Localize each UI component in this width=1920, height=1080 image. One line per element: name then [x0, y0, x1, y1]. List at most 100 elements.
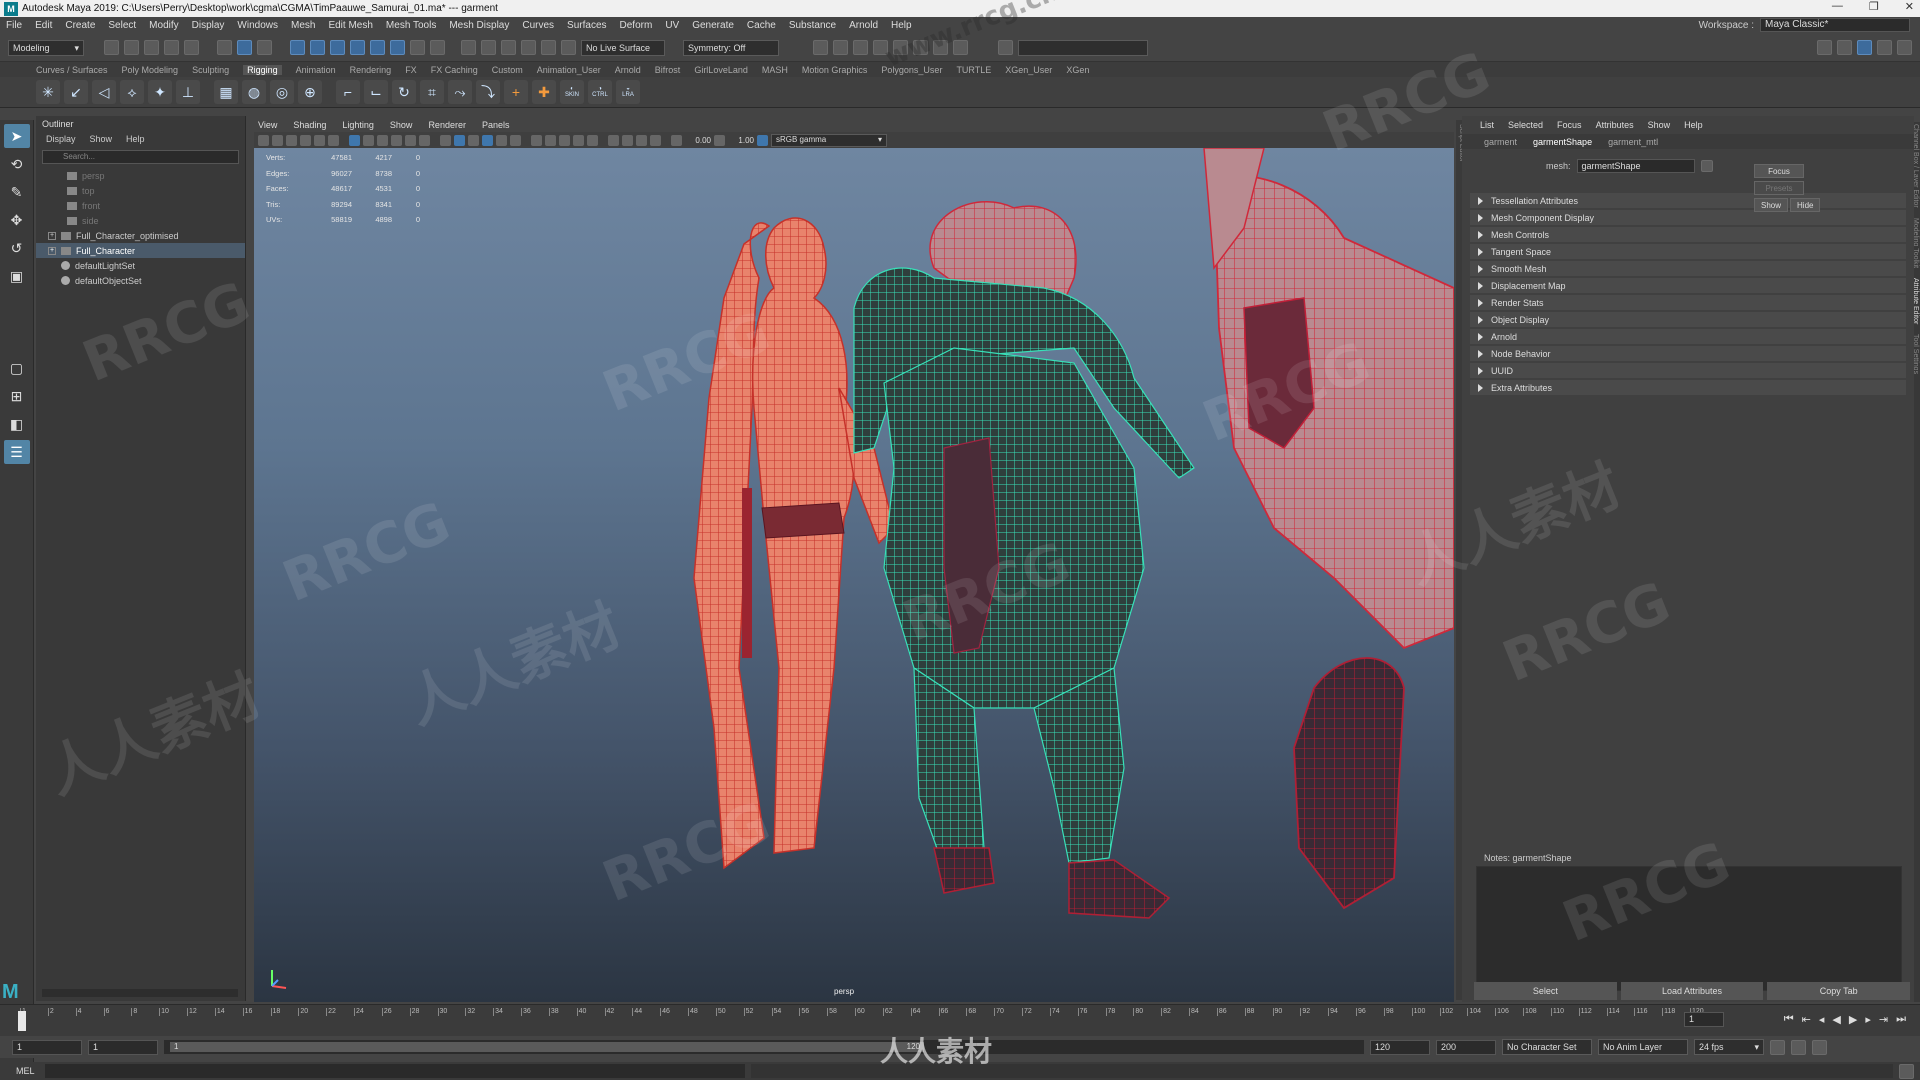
viewport-menu-show[interactable]: Show	[390, 120, 413, 130]
snap-curve-icon[interactable]	[310, 40, 325, 55]
mel-label[interactable]: MEL	[16, 1066, 35, 1076]
menu-create[interactable]: Create	[65, 20, 95, 31]
outliner-item[interactable]: + Full_Character	[36, 243, 245, 258]
menu-arnold[interactable]: Arnold	[849, 20, 878, 31]
show-layer-editor-icon[interactable]	[1897, 40, 1912, 55]
shelf-tab[interactable]: Custom	[492, 65, 523, 75]
outliner-item[interactable]: defaultObjectSet	[36, 273, 245, 288]
shelf-tab[interactable]: Motion Graphics	[802, 65, 868, 75]
copy-tab-button[interactable]: Copy Tab	[1767, 982, 1911, 1000]
menu-substance[interactable]: Substance	[789, 20, 836, 31]
wireframe-on-shaded-icon[interactable]	[482, 134, 493, 146]
ae-section[interactable]: Extra Attributes	[1470, 380, 1906, 395]
menu-generate[interactable]: Generate	[692, 20, 734, 31]
color-management-icon[interactable]	[757, 134, 768, 146]
anim-prefs-icon[interactable]	[1812, 1039, 1827, 1055]
viewport-menu-renderer[interactable]: Renderer	[428, 120, 466, 130]
point-constraint-icon[interactable]: ⌐	[336, 80, 360, 104]
ep-tool-icon[interactable]	[561, 40, 576, 55]
current-time-marker[interactable]	[18, 1011, 26, 1031]
go-to-input-icon[interactable]	[1700, 160, 1713, 172]
menu-curves[interactable]: Curves	[522, 20, 554, 31]
outliner-search-input[interactable]: Search...	[42, 150, 239, 164]
shelf-tab[interactable]: Curves / Surfaces	[36, 65, 108, 75]
script-editor-icon[interactable]	[1899, 1063, 1914, 1079]
redo-icon[interactable]	[184, 40, 199, 55]
safe-action-icon[interactable]	[419, 134, 430, 146]
play-backwards-icon[interactable]: ◀	[1832, 1013, 1840, 1026]
expand-icon[interactable]: +	[48, 231, 56, 240]
bind-skin-icon[interactable]: ⤵	[476, 80, 500, 104]
blend-shape-icon[interactable]: ⊕	[298, 80, 322, 104]
go-to-start-icon[interactable]: ⏮	[1784, 1013, 1794, 1026]
bookmark-icon[interactable]	[286, 134, 297, 146]
tab-garment-shape[interactable]: garmentShape	[1533, 137, 1592, 147]
presets-button[interactable]: Presets	[1754, 181, 1804, 195]
menu-surfaces[interactable]: Surfaces	[567, 20, 606, 31]
fps-dropdown[interactable]: 24 fps ▾	[1694, 1039, 1764, 1055]
ae-section[interactable]: Object Display	[1470, 312, 1906, 327]
outliner-layout-icon[interactable]: ☰	[3, 440, 30, 464]
playback-start-field[interactable]: 1	[88, 1039, 158, 1055]
history-icon[interactable]	[430, 40, 445, 55]
persp-outliner-layout-icon[interactable]: ◧	[4, 412, 30, 436]
maximize-button[interactable]: ❐	[1869, 0, 1879, 13]
menu-deform[interactable]: Deform	[620, 20, 653, 31]
current-frame-field[interactable]: 1	[1684, 1012, 1724, 1027]
ae-menu-help[interactable]: Help	[1684, 120, 1703, 130]
command-input[interactable]	[44, 1064, 745, 1078]
shelf-tab[interactable]: Rendering	[350, 65, 392, 75]
ambient-occlusion-icon[interactable]	[545, 134, 556, 146]
pole-vector-icon[interactable]: ⤳	[448, 80, 472, 104]
menu-file[interactable]: File	[6, 20, 22, 31]
shadows-icon[interactable]	[531, 134, 542, 146]
go-to-end-icon[interactable]: ⏭	[1896, 1013, 1906, 1026]
menu-uv[interactable]: UV	[665, 20, 679, 31]
ae-section[interactable]: Displacement Map	[1470, 278, 1906, 293]
output-ops-icon[interactable]	[481, 40, 496, 55]
ik-spline-icon[interactable]: ◁	[92, 80, 116, 104]
outliner-item[interactable]: top	[36, 183, 245, 198]
menu-edit-mesh[interactable]: Edit Mesh	[328, 20, 372, 31]
menu-mesh-tools[interactable]: Mesh Tools	[386, 20, 436, 31]
show-button[interactable]: Show	[1754, 198, 1789, 212]
input-line-icon[interactable]	[998, 40, 1013, 55]
ae-section[interactable]: Smooth Mesh	[1470, 261, 1906, 276]
menu-set-dropdown[interactable]: Modeling ▾	[8, 39, 84, 56]
anti-aliasing-icon[interactable]	[573, 134, 584, 146]
hide-button[interactable]: Hide	[1790, 198, 1821, 212]
rotate-tool-icon[interactable]: ↺	[4, 236, 30, 260]
single-perspective-layout-icon[interactable]: ▢	[4, 356, 30, 380]
construction-history-icon[interactable]	[501, 40, 516, 55]
step-back-frame-icon[interactable]: ◂	[1819, 1013, 1825, 1026]
ik-handle-icon[interactable]: ↙	[64, 80, 88, 104]
textured-icon[interactable]	[496, 134, 507, 146]
undo-icon[interactable]	[164, 40, 179, 55]
menu-cache[interactable]: Cache	[747, 20, 776, 31]
shelf-tab[interactable]: TURTLE	[956, 65, 991, 75]
resolution-gate-icon[interactable]	[377, 134, 388, 146]
snap-point-icon[interactable]	[330, 40, 345, 55]
show-channel-box-icon[interactable]	[1877, 40, 1892, 55]
parent-constraint-icon[interactable]: ⌗	[420, 80, 444, 104]
snap-view-plane-icon[interactable]	[370, 40, 385, 55]
playback-end-field[interactable]: 120	[1370, 1039, 1430, 1055]
shelf-tab[interactable]: Poly Modeling	[122, 65, 179, 75]
viewport-menu-view[interactable]: View	[258, 120, 277, 130]
lock-icon[interactable]	[410, 40, 425, 55]
gamma-icon[interactable]	[714, 134, 725, 146]
ae-section[interactable]: Arnold	[1470, 329, 1906, 344]
depth-of-field-icon[interactable]	[587, 134, 598, 146]
step-forward-frame-icon[interactable]: ▸	[1865, 1013, 1871, 1026]
render-current-icon[interactable]	[833, 40, 848, 55]
isolate-select-icon[interactable]	[608, 134, 619, 146]
shelf-tab[interactable]: Rigging	[243, 64, 282, 75]
add-influence-icon[interactable]: +	[504, 80, 528, 104]
minimize-button[interactable]: —	[1832, 0, 1843, 13]
orient-joint-icon[interactable]: ⊥	[176, 80, 200, 104]
ae-section[interactable]: Render Stats	[1470, 295, 1906, 310]
shelf-tab[interactable]: FX	[405, 65, 417, 75]
lattice-icon[interactable]: ▦	[214, 80, 238, 104]
range-handle[interactable]: 1 120	[170, 1042, 924, 1052]
smooth-shade-icon[interactable]	[454, 134, 465, 146]
